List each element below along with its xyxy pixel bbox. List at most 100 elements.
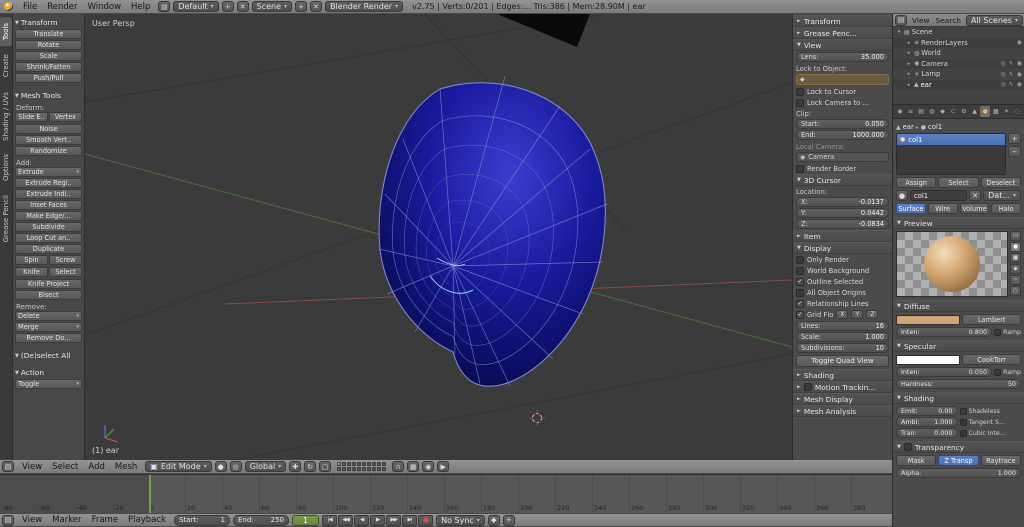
tool-scale[interactable]: Scale: [15, 51, 82, 61]
menu-view[interactable]: View: [17, 462, 47, 472]
tool-shrink-fatten[interactable]: Shrink/Fatten: [15, 62, 82, 72]
material-slot-list[interactable]: ● col1: [896, 133, 1006, 175]
tab-material[interactable]: ●: [980, 106, 991, 117]
tool-duplicate[interactable]: Duplicate: [15, 244, 82, 254]
outliner-item-renderlayers[interactable]: ▸ ≡ RenderLayers ◉: [893, 37, 1024, 48]
tab-world[interactable]: ◍: [927, 106, 937, 117]
material-name-field[interactable]: col1: [910, 190, 968, 201]
axis-toggle-x[interactable]: X: [836, 310, 849, 319]
tab-scene[interactable]: ▤: [916, 106, 926, 117]
checkbox-world-background[interactable]: World Background: [796, 265, 889, 276]
field-start[interactable]: Start: 0.050: [796, 119, 889, 129]
tool-extrude-indi[interactable]: Extrude Indi..: [15, 189, 82, 199]
layer-toggle-1[interactable]: [337, 462, 342, 466]
field-scale[interactable]: Scale: 1.000: [796, 332, 889, 342]
transform-orientation-dropdown[interactable]: Global ▾: [244, 461, 287, 472]
play-reverse-button[interactable]: ◀: [354, 514, 370, 526]
field-lines[interactable]: Lines: 16: [796, 321, 889, 331]
tool-make-edge[interactable]: Make Edge/...: [15, 211, 82, 221]
field-tran[interactable]: Tran: 0.000: [896, 428, 958, 438]
manipulator-translate-button[interactable]: ✚: [289, 461, 302, 472]
type-surface[interactable]: Surface: [896, 203, 926, 214]
tool-translate[interactable]: Translate: [15, 29, 82, 39]
remove-material-slot-button[interactable]: −: [1008, 146, 1021, 157]
opengl-render-button[interactable]: ◉: [422, 461, 435, 472]
layer-toggle-8[interactable]: [372, 462, 377, 466]
checkbox-lock-to-cursor[interactable]: Lock to Cursor: [796, 86, 889, 97]
panel-header-3d-cursor[interactable]: ▼ 3D Cursor: [793, 174, 892, 186]
jump-to-end-button[interactable]: ▶|: [402, 514, 418, 526]
outliner-display-mode-dropdown[interactable]: All Scenes ▾: [965, 14, 1023, 26]
checkbox-outline-selected[interactable]: ✓ Outline Selected: [796, 276, 889, 287]
menu-frame[interactable]: Frame: [87, 515, 123, 525]
preview-sphere-button[interactable]: ●: [1010, 242, 1021, 252]
menu-mesh[interactable]: Mesh: [110, 462, 142, 472]
tab-object[interactable]: ◆: [938, 106, 948, 117]
menu-view[interactable]: View: [909, 16, 933, 25]
tri-down-icon[interactable]: ▾: [896, 29, 902, 35]
panel-header-transform[interactable]: ► Transform: [793, 15, 892, 27]
layer-toggle-7[interactable]: [367, 462, 372, 466]
panel-header-action[interactable]: ▼ Action: [15, 367, 82, 378]
add-layout-button[interactable]: +: [221, 1, 234, 12]
mode-dropdown[interactable]: ▣ Edit Mode ▾: [145, 461, 212, 472]
checkbox-icon[interactable]: [796, 98, 804, 107]
tab-object-data[interactable]: ▲: [970, 106, 980, 117]
manipulator-scale-button[interactable]: ▢: [319, 461, 332, 472]
panel-header-transform[interactable]: ▼ Transform: [15, 17, 82, 28]
preview-sky-button[interactable]: ○: [1010, 286, 1021, 296]
checkbox-only-render[interactable]: Only Render: [796, 254, 889, 265]
tool-smooth-vert[interactable]: Smooth Vert..: [15, 135, 82, 145]
layer-toggle-3[interactable]: [347, 462, 352, 466]
delete-layout-button[interactable]: ✕: [236, 1, 249, 12]
menu-window[interactable]: Window: [83, 2, 127, 12]
tab-texture[interactable]: ▩: [991, 106, 1001, 117]
tool-bisect[interactable]: Bisect: [15, 290, 82, 300]
tool-knife[interactable]: Knife: [15, 267, 48, 277]
browse-material-icon[interactable]: ●: [896, 190, 908, 201]
alpha-slider[interactable]: Alpha: 1.000: [896, 468, 1021, 478]
scene-dropdown[interactable]: Scene ▾: [251, 1, 293, 12]
panel-header-shading[interactable]: ► Shading: [793, 369, 892, 381]
play-button[interactable]: ▶: [370, 514, 386, 526]
tab-modifiers[interactable]: ⚙: [959, 106, 969, 117]
editor-type-icon[interactable]: ▤: [895, 14, 907, 26]
tool-push-pull[interactable]: Push/Pull: [15, 73, 82, 83]
tool-slide-e[interactable]: Slide E..: [15, 112, 48, 122]
preview-monkey-button[interactable]: ◆: [1010, 264, 1021, 274]
panel-header-mesh-display[interactable]: ► Mesh Display: [793, 393, 892, 405]
preview-hair-button[interactable]: ~: [1010, 275, 1021, 285]
checkbox-icon[interactable]: [796, 255, 804, 264]
ear-mesh[interactable]: [378, 75, 608, 387]
tri-right-icon[interactable]: ▸: [906, 71, 912, 77]
deselect-button[interactable]: Deselect: [980, 177, 1021, 188]
opengl-render-animation-button[interactable]: ▶: [437, 461, 450, 472]
panel-header-motion-trackin[interactable]: ► Motion Trackin...: [793, 381, 892, 393]
axis-toggle-y[interactable]: Y: [851, 310, 864, 319]
outliner-item-ear[interactable]: ▸ ▲ ear ◎ ↖ ◉: [893, 79, 1024, 90]
tool-tab-grease-pencil[interactable]: Grease Pencil: [0, 189, 12, 248]
outliner-item-world[interactable]: ▸ ◍ World: [893, 48, 1024, 59]
tool-randomize[interactable]: Randomize: [15, 146, 82, 156]
panel-header-shading[interactable]: ▼ Shading: [893, 392, 1024, 404]
current-frame-indicator[interactable]: [149, 475, 151, 513]
outliner-item-lamp[interactable]: ▸ ☀ Lamp ◎ ↖ ◉: [893, 69, 1024, 80]
tool-tab-shading-uvs[interactable]: Shading / UVs: [0, 86, 12, 147]
tab-physics[interactable]: ◌: [1012, 106, 1022, 117]
add-material-slot-button[interactable]: +: [1008, 133, 1021, 144]
sync-dropdown[interactable]: No Sync ▾: [436, 514, 485, 526]
snap-magnet-button[interactable]: ∩: [392, 461, 405, 472]
panel-header-transparency[interactable]: ▼ Transparency: [893, 441, 1024, 453]
tab-render-layers[interactable]: ≡: [906, 106, 916, 117]
menu-playback[interactable]: Playback: [123, 515, 171, 525]
preview-cube-button[interactable]: ■: [1010, 253, 1021, 263]
button-toggle-quad-view[interactable]: Toggle Quad View: [796, 355, 889, 367]
layer-toggle-17[interactable]: [367, 467, 372, 471]
type-volume[interactable]: Volume: [959, 203, 990, 214]
menu-marker[interactable]: Marker: [47, 515, 86, 525]
layer-toggle-20[interactable]: [382, 467, 387, 471]
add-scene-button[interactable]: +: [295, 1, 308, 12]
panel-header-preview[interactable]: ▼ Preview: [893, 217, 1024, 229]
tool-tab-tools[interactable]: Tools: [0, 17, 12, 47]
checkbox-icon[interactable]: [803, 383, 812, 391]
